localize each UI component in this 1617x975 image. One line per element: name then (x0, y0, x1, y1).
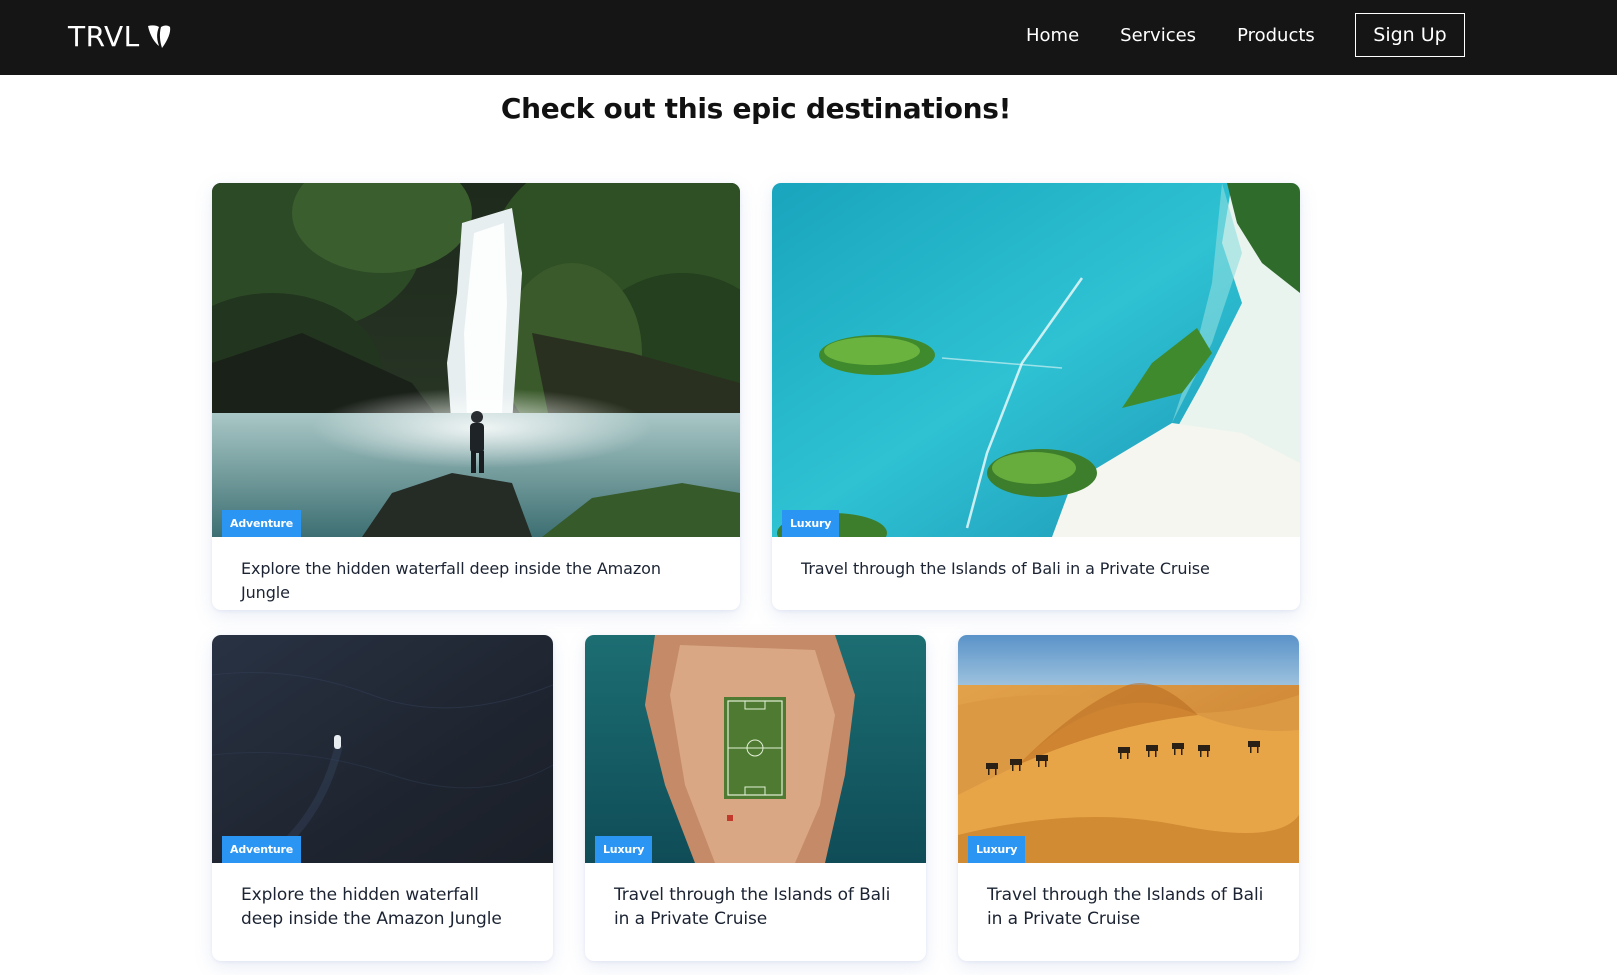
category-badge: Luxury (968, 836, 1026, 863)
brand-logo-link[interactable]: TRVL (68, 20, 172, 54)
top-navbar: TRVL Home Services Products Sign Up (0, 0, 1617, 75)
dark-ocean-boat-photo (212, 635, 553, 863)
card-title: Explore the hidden waterfall deep inside… (241, 559, 661, 602)
nav-services-link[interactable]: Services (1120, 24, 1196, 48)
card-body: Travel through the Islands of Bali in a … (772, 537, 1300, 601)
desert-camel-caravan-photo (958, 635, 1299, 863)
card-title: Travel through the Islands of Bali in a … (801, 559, 1210, 578)
page-title: Check out this epic destinations! (500, 92, 1012, 125)
nav-products-link[interactable]: Products (1237, 24, 1315, 48)
card-image: Luxury (958, 635, 1299, 863)
card-body: Explore the hidden waterfall deep inside… (212, 537, 740, 610)
card-title: Travel through the Islands of Bali in a … (614, 885, 891, 929)
card-title: Travel through the Islands of Bali in a … (987, 885, 1264, 929)
category-badge: Adventure (222, 836, 302, 863)
destination-card[interactable]: Adventure Explore the hidden waterfall d… (212, 183, 740, 610)
card-title: Explore the hidden waterfall deep inside… (241, 885, 502, 929)
destination-card[interactable]: Luxury Travel through the Islands of Bal… (585, 635, 926, 961)
category-badge: Luxury (782, 510, 840, 537)
category-badge: Luxury (595, 836, 653, 863)
destination-card[interactable]: Adventure Explore the hidden waterfall d… (212, 635, 553, 961)
island-football-field-photo (585, 635, 926, 863)
card-image: Luxury (585, 635, 926, 863)
typo3-logo-icon (147, 25, 170, 48)
destination-card[interactable]: Luxury Travel through the Islands of Bal… (958, 635, 1299, 961)
turquoise-islands-aerial-photo (772, 183, 1300, 537)
destination-card[interactable]: Luxury Travel through the Islands of Bal… (772, 183, 1300, 610)
sign-up-button[interactable]: Sign Up (1355, 13, 1465, 57)
card-body: Travel through the Islands of Bali in a … (958, 863, 1299, 951)
card-body: Explore the hidden waterfall deep inside… (212, 863, 553, 951)
card-image: Adventure (212, 635, 553, 863)
card-image: Luxury (772, 183, 1300, 537)
card-body: Travel through the Islands of Bali in a … (585, 863, 926, 951)
waterfall-jungle-photo (212, 183, 740, 537)
category-badge: Adventure (222, 510, 302, 537)
brand-name: TRVL (68, 20, 140, 53)
card-image: Adventure (212, 183, 740, 537)
nav-home-link[interactable]: Home (1026, 24, 1079, 48)
main-nav: Home Services Products (1026, 24, 1356, 48)
